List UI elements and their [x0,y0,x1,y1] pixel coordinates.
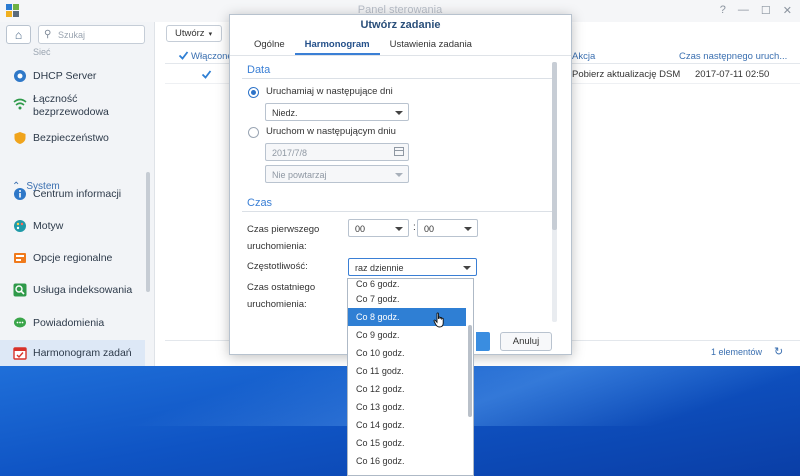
sidebar-item-label: Opcje regionalne [33,252,113,264]
date-field[interactable]: 2017/7/8 [265,143,409,161]
frequency-select[interactable]: raz dziennie [348,258,477,276]
column-next-run[interactable]: Czas następnego uruch... [679,51,787,62]
sidebar-item-label: Łączność bezprzewodowa [33,93,109,118]
sidebar-item-indexing[interactable]: Usługa indeksowania [0,279,145,301]
tab-general[interactable]: Ogólne [244,35,295,55]
sidebar-item-label: Centrum informacji [33,188,122,200]
group-divider [242,78,552,79]
column-enabled[interactable]: Włączone [191,51,233,62]
tab-task-settings[interactable]: Ustawienia zadania [380,35,482,55]
sidebar-item-label: Motyw [33,220,64,232]
hand-cursor-icon [433,312,444,328]
radio-run-on-date[interactable] [248,127,259,138]
home-icon: ⌂ [14,27,23,42]
shield-icon [12,131,27,146]
cell-action: Pobierz aktualizację DSM [572,69,681,80]
list-item[interactable]: Co 16 godz. [348,452,466,470]
calendar-check-icon [12,346,27,361]
radio-run-on-days[interactable] [248,87,259,98]
search-box[interactable]: ⚲ [38,25,145,44]
group-time-label: Czas [247,197,273,209]
minimize-icon[interactable]: — [738,4,749,17]
last-run-label: Czas ostatniego uruchomienia: [247,282,316,310]
chevron-down-icon [395,227,403,231]
chevron-down-icon [463,266,471,270]
palette-icon [12,219,27,234]
sidebar-item-theme[interactable]: Motyw [0,215,145,237]
sidebar-scrollbar[interactable] [146,172,150,292]
dialog-tabs: Ogólne Harmonogram Ustawienia zadania [244,35,482,55]
chevron-down-icon [395,111,403,115]
sidebar-item-wireless[interactable]: Łączność bezprzewodowa [0,93,145,121]
first-run-hour-select[interactable]: 00 [348,219,409,237]
list-item[interactable]: Co 9 godz. [348,326,466,344]
maximize-icon[interactable]: ☐ [761,4,771,17]
checkbox-icon[interactable] [178,50,189,61]
search-input[interactable] [58,28,140,41]
sidebar-item-info-center[interactable]: Centrum informacji [0,183,145,205]
cell-next-run: 2017-07-11 02:50 [695,69,770,80]
list-item[interactable]: Co 13 godz. [348,398,466,416]
radio-run-on-date-label[interactable]: Uruchom w następującym dniu [266,126,396,137]
list-item[interactable]: Co 11 godz. [348,362,466,380]
sidebar-item-label: DHCP Server [33,70,97,82]
list-item[interactable]: Co 12 godz. [348,380,466,398]
sidebar-item-label: Bezpieczeństwo [33,132,109,144]
days-select[interactable]: Niedz. [265,103,409,121]
list-item-selected[interactable]: Co 8 godz. [348,308,466,326]
list-item[interactable]: Co 14 godz. [348,416,466,434]
sidebar-item-notifications[interactable]: Powiadomienia [0,312,145,334]
repeat-select[interactable]: Nie powtarzaj [265,165,409,183]
create-button[interactable]: Utwórz ▾ [166,25,222,42]
list-item[interactable]: Co 10 godz. [348,344,466,362]
sidebar-item-regional[interactable]: Opcje regionalne [0,247,145,269]
help-icon[interactable]: ? [720,4,726,17]
list-item[interactable]: Co 7 godz. [348,290,466,308]
first-run-label: Czas pierwszego uruchomienia: [247,224,320,252]
column-action[interactable]: Akcja [572,51,595,62]
dialog-scrollbar[interactable] [552,62,557,322]
item-count: 1 elementów [711,347,763,357]
frequency-dropdown-list: Co 6 godz. Co 7 godz. Co 8 godz. Co 9 go… [347,278,474,476]
sidebar-item-label: Powiadomienia [33,317,105,329]
dialog-title: Utwórz zadanie [360,19,441,31]
first-run-minute-select[interactable]: 00 [417,219,478,237]
sidebar-item-label: Usługa indeksowania [33,284,133,296]
dropdown-scrollbar[interactable] [468,325,472,417]
sidebar-item-label: Harmonogram zadań [33,347,132,359]
calendar-icon[interactable] [394,147,404,156]
sidebar-item-task-scheduler[interactable]: Harmonogram zadań [0,340,145,366]
list-item[interactable]: Co 15 godz. [348,434,466,452]
sidebar-item-network[interactable]: Sieć [0,47,145,57]
create-confirm-button[interactable] [476,332,490,351]
dhcp-icon [12,69,27,84]
sidebar: ⌂ ⚲ Sieć DHCP Server Łączność bezprzewod… [0,22,155,366]
tabs-divider [230,55,571,56]
chat-bubble-icon [12,316,27,331]
checkbox-icon[interactable] [201,69,212,80]
info-icon [12,187,27,202]
radio-run-on-days-label[interactable]: Uruchamiaj w następujące dni [266,86,393,97]
chevron-down-icon [395,173,403,177]
chevron-down-icon: ▾ [208,30,213,38]
cancel-button[interactable]: Anuluj [500,332,552,351]
search-icon: ⚲ [44,29,52,40]
tab-schedule[interactable]: Harmonogram [294,35,380,55]
chevron-down-icon [464,227,472,231]
close-icon[interactable]: ✕ [783,4,792,17]
refresh-icon[interactable]: ↻ [774,345,783,358]
sidebar-item-dhcp[interactable]: DHCP Server [0,65,145,87]
group-divider [242,211,552,212]
frequency-label: Częstotliwość: [247,261,308,272]
wifi-icon [12,96,27,111]
home-button[interactable]: ⌂ [6,25,31,44]
group-date-label: Data [247,64,271,76]
index-search-icon [12,283,27,298]
sidebar-item-security[interactable]: Bezpieczeństwo [0,127,145,149]
regional-icon [12,251,27,266]
